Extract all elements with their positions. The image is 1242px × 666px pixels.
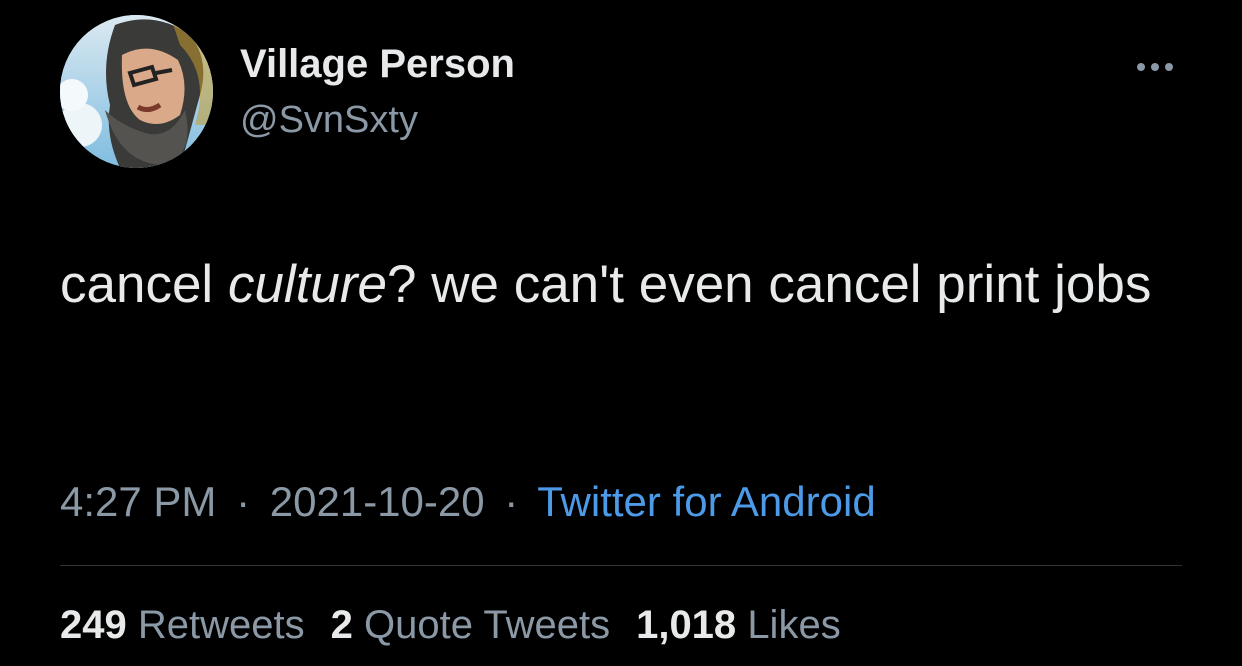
tweet-stats: 249 Retweets 2 Quote Tweets 1,018 Likes (60, 603, 841, 648)
likes-stat[interactable]: 1,018 Likes (636, 603, 841, 648)
tweet-text-emphasis: culture (227, 255, 388, 314)
author-display-name[interactable]: Village Person (240, 42, 515, 87)
quote-tweets-label: Quote Tweets (364, 603, 611, 647)
retweets-stat[interactable]: 249 Retweets (60, 603, 305, 648)
tweet-date[interactable]: 2021-10-20 (270, 478, 485, 525)
author-handle[interactable]: @SvnSxty (240, 99, 418, 142)
author-avatar[interactable] (60, 15, 213, 168)
more-options-button[interactable] (1128, 52, 1182, 82)
avatar-photo-icon (60, 15, 213, 168)
tweet-time[interactable]: 4:27 PM (60, 478, 216, 525)
meta-separator: · (504, 478, 519, 525)
meta-separator: · (236, 478, 251, 525)
ellipsis-icon (1165, 63, 1173, 71)
tweet-text-part2: ? we can't even cancel print jobs (387, 255, 1152, 314)
ellipsis-icon (1137, 63, 1145, 71)
tweet-card: Village Person @SvnSxty cancel culture? … (0, 0, 1242, 666)
tweet-metadata: 4:27 PM · 2021-10-20 · Twitter for Andro… (60, 478, 876, 526)
tweet-text: cancel culture? we can't even cancel pri… (60, 242, 1190, 327)
retweets-count: 249 (60, 603, 127, 647)
divider (60, 565, 1182, 566)
likes-count: 1,018 (636, 603, 737, 647)
quote-tweets-count: 2 (330, 603, 353, 647)
ellipsis-icon (1151, 63, 1159, 71)
likes-label: Likes (747, 603, 841, 647)
tweet-source-link[interactable]: Twitter for Android (537, 478, 875, 525)
retweets-label: Retweets (137, 603, 305, 647)
quote-tweets-stat[interactable]: 2 Quote Tweets (331, 603, 610, 648)
tweet-text-part1: cancel (60, 255, 228, 314)
